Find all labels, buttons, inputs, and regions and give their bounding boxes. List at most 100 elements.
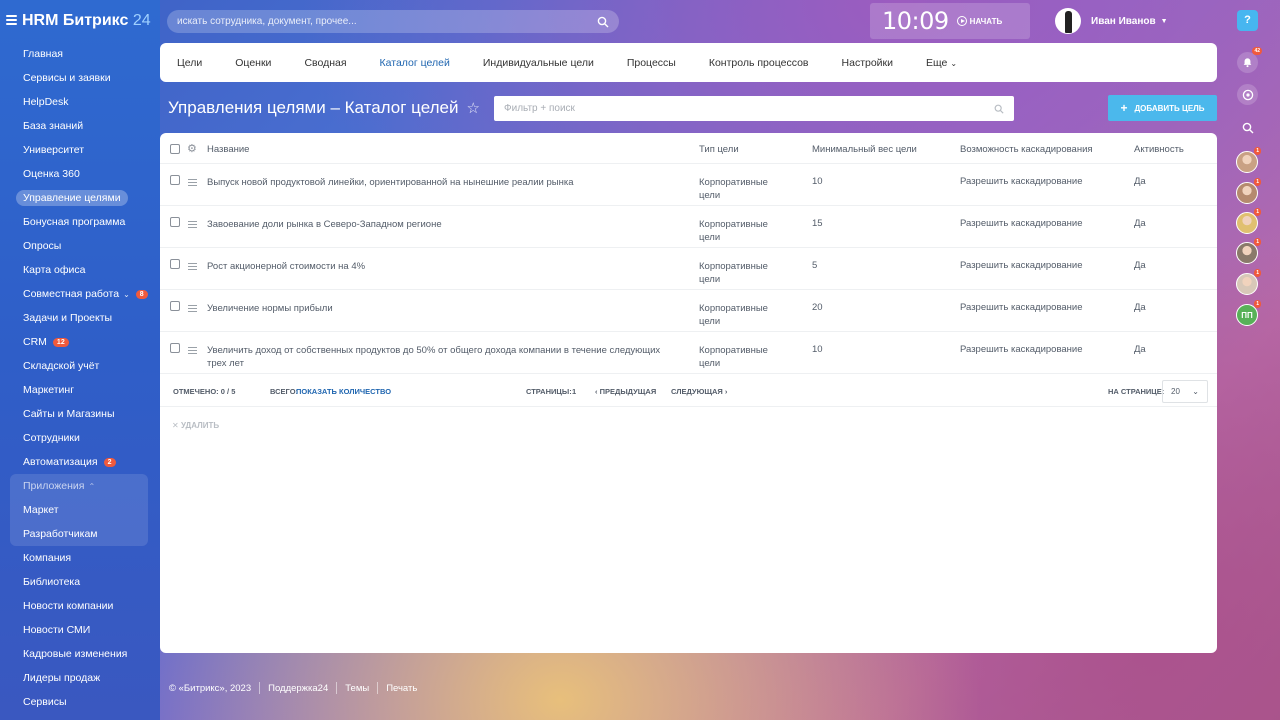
filter-search-input[interactable] [504,103,994,114]
start-workday-button[interactable]: НАЧАТЬ [956,16,1002,26]
sidebar-item[interactable]: Лидеры продаж [0,666,160,690]
sidebar-item[interactable]: Библиотека [0,570,160,594]
row-checkbox[interactable] [170,217,180,227]
search-panel-button[interactable] [1237,117,1258,138]
table-row[interactable]: Рост акционерной стоимости на 4% Корпорат… [160,248,1217,290]
colleague-avatar[interactable]: 1 [1236,269,1261,295]
sidebar-item[interactable]: Разработчикам [10,522,148,546]
sidebar-item-label: Компания [23,552,72,564]
colleague-avatar-initials[interactable]: ПП 1 [1236,300,1261,326]
sidebar-item[interactable]: Автоматизация 2 [0,450,160,474]
sidebar-item[interactable]: Управление целями [0,186,160,210]
colleague-avatar[interactable]: 1 [1236,147,1261,173]
delete-button[interactable]: ✕ УДАЛИТЬ [172,421,219,430]
sidebar-item[interactable]: Маркет [10,498,148,522]
table-row[interactable]: Увеличить доход от собственных продуктов… [160,332,1217,374]
goal-weight: 20 [812,302,823,313]
column-header-name[interactable]: Название [207,144,249,155]
table-row[interactable]: Завоевание доли рынка в Северо-Западном … [160,206,1217,248]
sidebar-item[interactable]: Складской учёт [0,354,160,378]
sidebar-item[interactable]: Карта офиса [0,258,160,282]
row-checkbox[interactable] [170,175,180,185]
current-page[interactable]: 1 [572,387,576,396]
row-checkbox[interactable] [170,301,180,311]
sidebar-item[interactable]: Сайты и Магазины [0,402,160,426]
app-logo[interactable]: HRM Битрикс 24 [22,12,151,30]
prev-page-button[interactable]: ‹ ПРЕДЫДУЩАЯ [595,387,656,396]
logo-number: 24 [132,12,151,29]
sidebar-item[interactable]: HelpDesk [0,90,160,114]
sidebar-item-label: Кадровые изменения [23,648,128,660]
filter-search[interactable] [494,96,1014,121]
messenger-button[interactable] [1237,84,1258,105]
colleague-avatar[interactable]: 1 [1236,238,1261,264]
sidebar-item[interactable]: Новости компании [0,594,160,618]
table-row[interactable]: Выпуск новой продуктовой линейки, ориент… [160,164,1217,206]
show-count-link[interactable]: ПОКАЗАТЬ КОЛИЧЕСТВО [296,387,391,396]
drag-handle-icon[interactable] [188,179,197,188]
drag-handle-icon[interactable] [188,221,197,230]
tab[interactable]: Оценки [235,57,271,69]
sidebar-group-title[interactable]: Приложения ⌃ [10,474,148,498]
print-link[interactable]: Печать [386,683,417,694]
select-all-checkbox[interactable] [170,144,180,154]
support-link[interactable]: Поддержка24 [268,683,328,694]
tab[interactable]: Цели [177,57,202,69]
drag-handle-icon[interactable] [188,347,197,356]
notifications-button[interactable]: 42 [1237,47,1262,73]
sidebar-item[interactable]: Компания [0,546,160,570]
tab[interactable]: Еще ⌄ [926,57,957,69]
sidebar-item[interactable]: Сотрудники [0,426,160,450]
sidebar-item[interactable]: Задачи и Проекты [0,306,160,330]
colleague-avatar[interactable]: 1 [1236,178,1261,204]
sidebar-item[interactable]: База знаний [0,114,160,138]
search-icon[interactable] [597,16,609,28]
sidebar-item[interactable]: Маркетинг [0,378,160,402]
global-search[interactable] [167,10,619,33]
goal-name[interactable]: Увеличить доход от собственных продуктов… [207,344,682,370]
column-header-active[interactable]: Активность [1134,144,1184,155]
menu-burger-icon[interactable] [6,15,17,25]
colleague-avatar[interactable]: 1 [1236,208,1261,234]
sidebar-item[interactable]: Бонусная программа [0,210,160,234]
column-header-type[interactable]: Тип цели [699,144,739,155]
per-page-select[interactable]: 20 ⌄ [1162,380,1208,403]
sidebar-item[interactable]: Оценка 360 [0,162,160,186]
tab[interactable]: Индивидуальные цели [483,57,594,69]
goal-name[interactable]: Выпуск новой продуктовой линейки, ориент… [207,176,682,189]
next-page-button[interactable]: СЛЕДУЮЩАЯ › [671,387,727,396]
sidebar-item[interactable]: Совместная работа ⌄ 8 [0,282,160,306]
sidebar-item[interactable]: Главная [0,42,160,66]
column-header-cascade[interactable]: Возможность каскадирования [960,144,1093,155]
sidebar-item[interactable]: Кадровые изменения [0,642,160,666]
drag-handle-icon[interactable] [188,305,197,314]
sidebar-item[interactable]: Университет [0,138,160,162]
help-button[interactable]: ? [1237,10,1258,31]
sidebar-item[interactable]: CRM 12 [0,330,160,354]
sidebar-item[interactable]: Опросы [0,234,160,258]
tab[interactable]: Контроль процессов [709,57,809,69]
work-clock[interactable]: 10:09 НАЧАТЬ [870,3,1030,39]
tab[interactable]: Процессы [627,57,676,69]
tab[interactable]: Настройки [842,57,894,69]
tab[interactable]: Сводная [304,57,346,69]
search-icon[interactable] [994,104,1004,114]
gear-icon[interactable]: ⚙ [187,142,197,155]
sidebar-item[interactable]: Сервисы [0,690,160,714]
table-row[interactable]: Увеличение нормы прибыли Корпоративные це… [160,290,1217,332]
goal-name[interactable]: Завоевание доли рынка в Северо-Западном … [207,218,682,231]
goal-name[interactable]: Увеличение нормы прибыли [207,302,682,315]
themes-link[interactable]: Темы [345,683,369,694]
sidebar-item[interactable]: Новости СМИ [0,618,160,642]
row-checkbox[interactable] [170,343,180,353]
user-menu[interactable]: Иван Иванов ▼ [1055,8,1168,34]
goal-name[interactable]: Рост акционерной стоимости на 4% [207,260,682,273]
column-header-weight[interactable]: Минимальный вес цели [812,144,917,155]
sidebar-item[interactable]: Сервисы и заявки [0,66,160,90]
drag-handle-icon[interactable] [188,263,197,272]
row-checkbox[interactable] [170,259,180,269]
tab[interactable]: Каталог целей [380,57,450,69]
star-icon[interactable]: ☆ [466,99,479,117]
add-goal-button[interactable]: + ДОБАВИТЬ ЦЕЛЬ [1108,95,1217,121]
global-search-input[interactable] [177,16,597,27]
